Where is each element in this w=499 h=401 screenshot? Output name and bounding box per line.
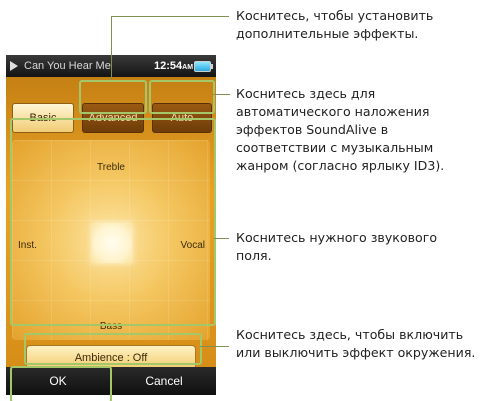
sound-field-grid[interactable]: Treble Inst. Vocal Bass <box>12 140 210 340</box>
leader-sound-field <box>214 238 229 239</box>
clock-am-pm: AM <box>182 64 194 71</box>
manual-page: Can You Hear Me 12:54AM Basic Advanced A… <box>0 0 499 401</box>
status-bar: Can You Hear Me 12:54AM <box>6 55 216 77</box>
callout-sound-field: Коснитесь нужного звукового поля. <box>236 230 438 263</box>
soft-key-divider <box>110 370 111 392</box>
soundalive-panel: Basic Advanced Auto Treble Inst. Vocal B… <box>6 77 216 371</box>
battery-icon <box>194 61 213 72</box>
bass-label: Bass <box>99 321 123 332</box>
ok-button[interactable]: OK <box>6 367 110 395</box>
clock: 12:54AM <box>154 55 193 79</box>
player-screen: Can You Hear Me 12:54AM Basic Advanced A… <box>6 55 216 395</box>
callout-advanced: Коснитесь, чтобы установить дополнительн… <box>236 8 434 41</box>
inst-label: Inst. <box>18 240 37 251</box>
callout-auto: Коснитесь здесь для автоматического нало… <box>236 86 445 173</box>
treble-label: Treble <box>97 162 125 173</box>
tab-auto[interactable]: Auto <box>152 103 212 133</box>
cancel-button[interactable]: Cancel <box>112 367 216 395</box>
tab-advanced[interactable]: Advanced <box>82 103 144 133</box>
leader-advanced-horizontal <box>111 16 229 17</box>
play-icon <box>10 61 18 71</box>
vocal-label: Vocal <box>180 240 205 251</box>
sound-field-cursor[interactable] <box>92 223 132 263</box>
clock-time: 12:54 <box>154 60 183 72</box>
callout-ambience: Коснитесь здесь, чтобы включить или выкл… <box>236 327 476 360</box>
now-playing-title: Can You Hear Me <box>24 60 111 72</box>
soft-key-bar: OK Cancel <box>6 367 216 395</box>
tab-basic[interactable]: Basic <box>12 103 74 133</box>
